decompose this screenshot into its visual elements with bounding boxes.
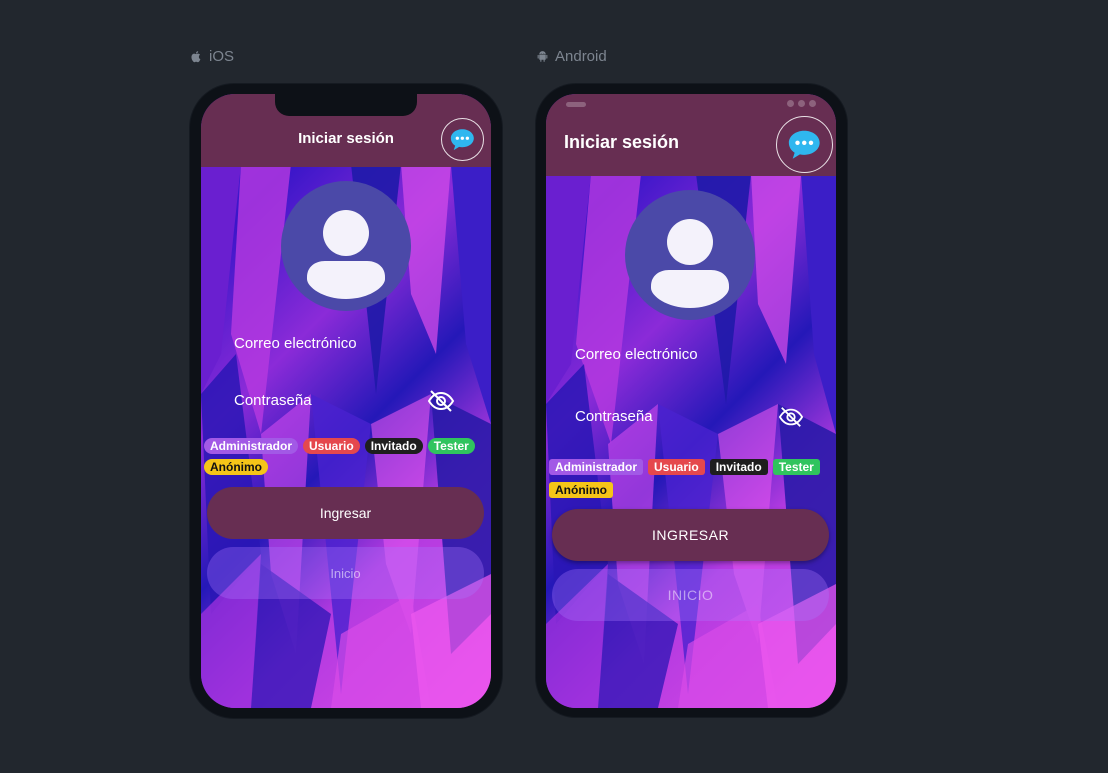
home-button[interactable]: Inicio: [207, 547, 484, 599]
android-icon: [537, 51, 548, 62]
role-tag-guest[interactable]: Invitado: [709, 459, 768, 475]
role-tags: Administrador Usuario Invitado Tester An…: [204, 438, 490, 475]
platform-label-text: Android: [555, 48, 607, 65]
page-title: Iniciar sesión: [564, 132, 680, 152]
chat-bubble-icon: [789, 131, 820, 159]
status-bar-pill: [566, 102, 586, 107]
eye-off-icon[interactable]: [426, 388, 456, 414]
email-field[interactable]: Correo electrónico: [575, 346, 698, 363]
ios-screen: Iniciar sesión Correo electrónico Contra…: [201, 94, 491, 708]
ios-device-frame: Iniciar sesión Correo electrónico Contra…: [190, 84, 502, 718]
login-button[interactable]: INGRESAR: [552, 509, 829, 561]
apple-icon: [191, 51, 201, 63]
role-tag-admin[interactable]: Administrador: [549, 459, 644, 475]
chat-bubble-icon: [451, 129, 474, 151]
password-field[interactable]: Contraseña: [234, 392, 312, 409]
eye-off-icon[interactable]: [777, 405, 805, 429]
user-avatar: [281, 181, 411, 311]
platform-label-ios: iOS: [190, 48, 234, 65]
user-avatar: [625, 190, 755, 320]
role-tag-anonymous[interactable]: Anónimo: [549, 482, 613, 498]
chat-button[interactable]: [441, 118, 484, 161]
app-header: Iniciar sesión: [546, 94, 836, 176]
ios-notch: [275, 94, 417, 116]
role-tag-guest[interactable]: Invitado: [364, 438, 423, 454]
status-bar-icons: [787, 100, 816, 107]
user-avatar-icon: [307, 210, 385, 299]
android-device-frame: Iniciar sesión Correo electrónico Contra…: [536, 84, 847, 717]
chat-button[interactable]: [776, 116, 833, 173]
role-tag-user[interactable]: Usuario: [648, 459, 705, 475]
password-field[interactable]: Contraseña: [575, 408, 653, 425]
platform-label-android: Android: [536, 48, 607, 65]
role-tags: Administrador Usuario Invitado Tester An…: [549, 459, 835, 498]
platform-label-text: iOS: [209, 48, 235, 65]
home-button[interactable]: INICIO: [552, 569, 829, 621]
user-avatar-icon: [651, 219, 729, 308]
role-tag-admin[interactable]: Administrador: [204, 438, 299, 454]
android-screen: Iniciar sesión Correo electrónico Contra…: [546, 94, 836, 708]
email-field[interactable]: Correo electrónico: [234, 335, 357, 352]
login-button[interactable]: Ingresar: [207, 487, 484, 539]
role-tag-tester[interactable]: Tester: [772, 459, 820, 475]
role-tag-anonymous[interactable]: Anónimo: [204, 459, 268, 475]
role-tag-tester[interactable]: Tester: [427, 438, 475, 454]
role-tag-user[interactable]: Usuario: [303, 438, 360, 454]
